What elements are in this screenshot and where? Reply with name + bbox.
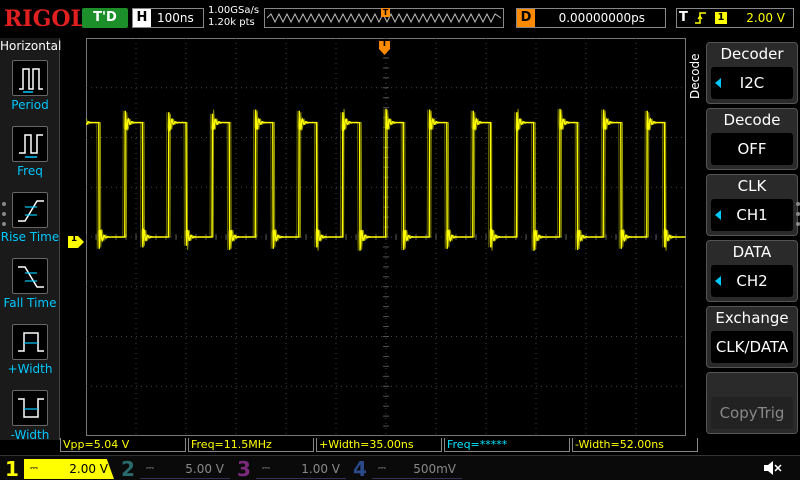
delay-value: 0.00000000ps (558, 11, 645, 25)
dc-coupling-icon: ⎓ (30, 463, 38, 474)
trigger-level-value: 2.00 V (746, 11, 785, 25)
left-arrow-icon (715, 210, 721, 220)
measure-label: Fall Time (3, 296, 57, 310)
trigger-letter: T (679, 10, 688, 25)
channel-scale: 500mV (413, 462, 456, 476)
menu-copy-trig[interactable]: CopyTrig (706, 372, 798, 434)
channel-1-scale-box: ⎓ 2.00 V (24, 459, 114, 479)
meas-vpp[interactable]: Vpp=5.04 V (60, 438, 186, 452)
pos-width-icon (12, 324, 48, 360)
meas-neg-width[interactable]: -Width=52.00ns (572, 438, 698, 452)
channel-4-scale-box: ⎓ 500mV (372, 459, 462, 479)
measure-rise-time-button[interactable]: Rise Time (0, 188, 60, 250)
menu-item-head: DATA (732, 243, 772, 261)
measurement-bar: Vpp=5.04 V Freq=11.5MHz +Width=35.00ns F… (60, 437, 700, 453)
measure-label: -Width (10, 428, 50, 442)
meas-freq-ch2[interactable]: Freq=***** (444, 438, 570, 452)
channel-scale: 5.00 V (185, 462, 224, 476)
memory-trigger-marker: T (381, 8, 390, 17)
freq-icon (12, 126, 48, 162)
menu-item-value: CLK/DATA (711, 331, 793, 363)
menu-item-head: Decoder (720, 45, 784, 63)
channel-3-scale-box: ⎓ 1.00 V (256, 459, 346, 479)
menu-exchange[interactable]: Exchange CLK/DATA (706, 306, 798, 368)
channel-2-scale-box: ⎓ 5.00 V (140, 459, 230, 479)
trigger-box[interactable]: T 1 2.00 V (676, 8, 794, 28)
memory-position-bar[interactable]: T (264, 8, 504, 28)
measure-freq-button[interactable]: Freq (0, 122, 60, 184)
measure-label: Period (11, 98, 49, 112)
measure-pos-width-button[interactable]: +Width (0, 320, 60, 382)
rising-edge-icon (695, 11, 707, 25)
trigger-status-badge: T'D (82, 8, 128, 28)
ch1-offset-marker[interactable]: 1 (68, 233, 84, 248)
trigger-position-marker[interactable]: T (379, 39, 390, 55)
channel-number: 3 (237, 457, 251, 480)
measure-fall-time-button[interactable]: Fall Time (0, 254, 60, 316)
menu-decode-toggle[interactable]: Decode OFF (706, 108, 798, 170)
delay-letter: D (517, 9, 535, 27)
top-status-bar: RIGOL T'D H 100ns 1.00GSa/s 1.20k pts T … (0, 0, 800, 38)
neg-width-icon (12, 390, 48, 426)
menu-item-value: CopyTrig (711, 397, 793, 429)
scroll-dot (2, 222, 6, 226)
decode-menu: Decode Decoder I2C Decode OFF CLK CH1 DA… (686, 38, 800, 440)
measure-label: Freq (17, 164, 43, 178)
waveform-display[interactable] (85, 37, 687, 437)
brand-logo: RIGOL (4, 6, 86, 32)
menu-item-value: CH2 (711, 265, 793, 297)
trigger-position-letter: T (381, 39, 388, 49)
delay-box[interactable]: D 0.00000000ps (516, 8, 666, 28)
scroll-dot (2, 212, 6, 216)
channel-scale: 2.00 V (69, 462, 108, 476)
dc-coupling-icon: ⎓ (262, 463, 270, 474)
menu-item-head: Exchange (715, 309, 789, 327)
trigger-source-badge: 1 (715, 12, 727, 24)
menu-item-head: Decode (723, 111, 781, 129)
ch1-offset-label: 1 (70, 234, 78, 244)
speaker-muted-icon[interactable] (762, 460, 782, 476)
channel-number: 2 (121, 457, 135, 480)
menu-item-value: CH1 (711, 199, 793, 231)
waveform-plot (85, 37, 687, 437)
menu-item-value: OFF (711, 133, 793, 165)
dc-coupling-icon: ⎓ (146, 463, 154, 474)
channel-number: 1 (5, 457, 19, 480)
scroll-dot (2, 202, 6, 206)
rise-time-icon (12, 192, 48, 228)
meas-freq[interactable]: Freq=11.5MHz (188, 438, 314, 452)
sample-rate: 1.00GSa/s (208, 5, 260, 16)
memory-depth: 1.20k pts (208, 17, 255, 28)
meas-pos-width[interactable]: +Width=35.00ns (316, 438, 442, 452)
menu-item-head: CLK (737, 177, 767, 195)
fall-time-icon (12, 258, 48, 294)
menu-item-value: I2C (711, 67, 793, 99)
menu-data-source[interactable]: DATA CH2 (706, 240, 798, 302)
measure-neg-width-button[interactable]: -Width (0, 386, 60, 448)
measure-label: Rise Time (0, 230, 60, 244)
dc-coupling-icon: ⎓ (378, 463, 386, 474)
menu-clk-source[interactable]: CLK CH1 (706, 174, 798, 236)
panel-title: Horizontal (0, 39, 62, 53)
measure-label: +Width (7, 362, 53, 376)
timebase-value: 100ns (157, 11, 194, 25)
menu-decoder[interactable]: Decoder I2C (706, 42, 798, 104)
channel-scale: 1.00 V (301, 462, 340, 476)
timebase-box[interactable]: H 100ns (132, 8, 204, 28)
horizontal-letter: H (133, 9, 151, 27)
menu-title-vertical: Decode (688, 53, 702, 99)
measure-period-button[interactable]: Period (0, 56, 60, 118)
horizontal-measure-panel: Horizontal Period Freq Rise Time Fall Ti… (0, 38, 62, 442)
left-arrow-icon (715, 276, 721, 286)
period-icon (12, 60, 48, 96)
acquisition-info: 1.00GSa/s 1.20k pts (208, 5, 259, 29)
channel-number: 4 (353, 457, 367, 480)
scroll-dot (796, 222, 800, 226)
left-arrow-icon (715, 78, 721, 88)
scroll-dot (796, 212, 800, 216)
scroll-dot (796, 202, 800, 206)
ch1-waveform-trace (85, 108, 686, 251)
channel-bar: 1 ⎓ 2.00 V 2 ⎓ 5.00 V 3 ⎓ 1.00 V 4 ⎓ 500… (0, 455, 800, 480)
